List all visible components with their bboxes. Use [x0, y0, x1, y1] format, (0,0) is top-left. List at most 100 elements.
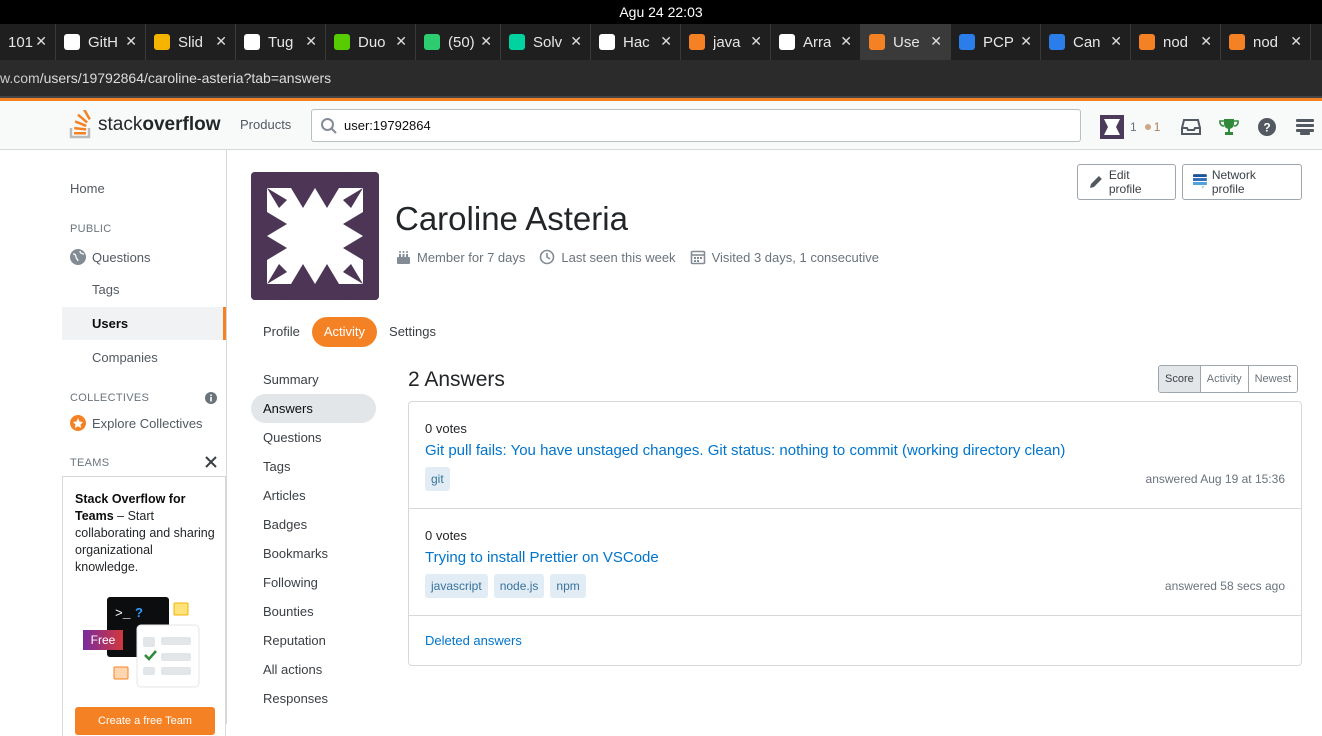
user-avatar-rep[interactable]: 1 1: [1100, 115, 1160, 139]
tab-profile[interactable]: Profile: [251, 317, 312, 347]
subnav-item-badges[interactable]: Badges: [251, 510, 376, 539]
close-tab-icon[interactable]: ✕: [1020, 33, 1032, 50]
stackoverflow-logo[interactable]: stackoverflow: [68, 109, 220, 141]
browser-tab[interactable]: Arra ✕: [771, 24, 861, 60]
browser-tab[interactable]: nod ✕: [1221, 24, 1311, 60]
subnav-item-bounties[interactable]: Bounties: [251, 597, 376, 626]
nav-tags[interactable]: Tags: [92, 282, 119, 297]
browser-tab-label: Can: [1073, 33, 1101, 51]
sort-newest-button[interactable]: Newest: [1247, 366, 1298, 392]
tag[interactable]: javascript: [425, 574, 488, 598]
sort-activity-button[interactable]: Activity: [1199, 366, 1248, 392]
answers-heading: 2 Answers: [408, 368, 505, 391]
close-tab-icon[interactable]: ✕: [125, 33, 137, 50]
nav-questions[interactable]: Questions: [70, 249, 151, 265]
close-tab-icon[interactable]: ✕: [660, 33, 672, 50]
browser-tab[interactable]: PCP ✕: [951, 24, 1041, 60]
browser-tab-label: Tug: [268, 33, 294, 51]
nav-home[interactable]: Home: [70, 181, 105, 196]
site-switcher-icon[interactable]: [1286, 113, 1322, 141]
teams-promo-text: Stack Overflow for Teams – Start collabo…: [75, 492, 215, 574]
free-badge: Free: [83, 630, 123, 650]
browser-tab[interactable]: Solv ✕: [501, 24, 591, 60]
sort-score-button[interactable]: Score: [1159, 366, 1200, 392]
inbox-icon[interactable]: [1172, 113, 1210, 141]
close-tab-icon[interactable]: ✕: [395, 33, 407, 50]
activity-subnav: Summary Answers Questions Tags Articles Badge…: [251, 365, 376, 713]
tag[interactable]: git: [425, 467, 450, 491]
svg-text:?: ?: [135, 605, 143, 620]
browser-tab[interactable]: Duo ✕: [326, 24, 416, 60]
header-actions: 1 1 ?: [1100, 113, 1322, 141]
browser-tab-label: PCP: [983, 33, 1014, 51]
answer-title-link[interactable]: Trying to install Prettier on VSCode: [425, 549, 659, 566]
search-input[interactable]: user:19792864: [311, 109, 1081, 142]
close-tab-icon[interactable]: ✕: [1110, 33, 1122, 50]
info-icon[interactable]: [205, 392, 217, 404]
browser-tab[interactable]: (50) ✕: [416, 24, 501, 60]
close-tab-icon[interactable]: ✕: [840, 33, 852, 50]
close-tab-icon[interactable]: ✕: [1200, 33, 1212, 50]
profile-tabs: Profile Activity Settings: [251, 317, 448, 347]
browser-tab[interactable]: Tug ✕: [236, 24, 326, 60]
close-tab-icon[interactable]: ✕: [480, 33, 492, 50]
last-seen: Last seen this week: [539, 249, 676, 265]
tab-activity[interactable]: Activity: [311, 317, 378, 347]
close-tab-icon[interactable]: ✕: [305, 33, 317, 50]
os-datetime[interactable]: Agu 24 22:03: [619, 4, 702, 20]
subnav-item-questions[interactable]: Questions: [251, 423, 376, 452]
browser-tab[interactable]: 101 ✕: [0, 24, 56, 60]
stackoverflow-icon: [1229, 34, 1245, 50]
tag[interactable]: npm: [550, 574, 586, 598]
subnav-item-answers[interactable]: Answers: [251, 394, 376, 423]
nav-companies[interactable]: Companies: [92, 350, 158, 365]
visited: Visited 3 days, 1 consecutive: [690, 249, 879, 265]
browser-tab[interactable]: Slid ✕: [146, 24, 236, 60]
browser-tab-label: Duo: [358, 33, 386, 51]
close-tab-icon[interactable]: ✕: [750, 33, 762, 50]
bronze-badge-icon: [1144, 124, 1151, 130]
browser-tab-strip: 101 ✕ GitH ✕ Slid ✕ Tug ✕ Duo ✕ (50) ✕ Solv ✕ Hac ✕ java…: [0, 24, 1322, 60]
subnav-item-reputation[interactable]: Reputation: [251, 626, 376, 655]
subnav-item-summary[interactable]: Summary: [251, 365, 376, 394]
browser-tab[interactable]: java ✕: [681, 24, 771, 60]
address-bar[interactable]: w.com/users/19792864/caroline-asteria?ta…: [0, 60, 1322, 96]
close-tab-icon[interactable]: ✕: [1290, 33, 1302, 50]
subnav-item-responses[interactable]: Responses: [251, 684, 376, 713]
browser-tab[interactable]: nod ✕: [1131, 24, 1221, 60]
products-menu[interactable]: Products: [240, 117, 291, 132]
create-team-button[interactable]: Create a free Team: [75, 707, 215, 735]
close-tab-icon[interactable]: ✕: [930, 33, 942, 50]
left-sidebar: Home PUBLIC Questions Tags Users Compani…: [0, 150, 227, 736]
browser-tab[interactable]: GitH ✕: [56, 24, 146, 60]
help-icon[interactable]: ?: [1248, 113, 1286, 141]
logo-text: stackoverflow: [98, 114, 221, 135]
edit-profile-button[interactable]: Edit profile: [1077, 164, 1176, 200]
subnav-item-all-actions[interactable]: All actions: [251, 655, 376, 684]
browser-tab[interactable]: Can ✕: [1041, 24, 1131, 60]
browser-tab[interactable]: Hac ✕: [591, 24, 681, 60]
browser-tab-label: Slid: [178, 33, 204, 51]
close-icon[interactable]: [205, 456, 217, 468]
tag[interactable]: node.js: [493, 574, 545, 598]
answer-timestamp[interactable]: answered Aug 19 at 15:36: [1146, 472, 1285, 486]
tab-settings[interactable]: Settings: [377, 317, 448, 347]
close-tab-icon[interactable]: ✕: [215, 33, 227, 50]
nav-explore-collectives[interactable]: Explore Collectives: [70, 415, 203, 431]
subnav-item-articles[interactable]: Articles: [251, 481, 376, 510]
nav-users[interactable]: Users: [62, 307, 226, 340]
network-profile-button[interactable]: Network profile: [1182, 164, 1302, 200]
close-tab-icon[interactable]: ✕: [570, 33, 582, 50]
achievements-icon[interactable]: [1210, 113, 1248, 141]
close-tab-icon[interactable]: ✕: [35, 33, 47, 50]
browser-tab[interactable]: Use ✕: [861, 24, 951, 60]
browser-tab-label: Use: [893, 33, 920, 51]
browser-tab-label: nod: [1253, 33, 1279, 51]
answer-timestamp[interactable]: answered 58 secs ago: [1165, 579, 1285, 593]
answer-title-link[interactable]: Git pull fails: You have unstaged change…: [425, 442, 1065, 459]
subnav-item-tags[interactable]: Tags: [251, 452, 376, 481]
github-icon: [64, 34, 80, 50]
subnav-item-following[interactable]: Following: [251, 568, 376, 597]
subnav-item-bookmarks[interactable]: Bookmarks: [251, 539, 376, 568]
deleted-answers-link[interactable]: Deleted answers: [425, 633, 522, 648]
